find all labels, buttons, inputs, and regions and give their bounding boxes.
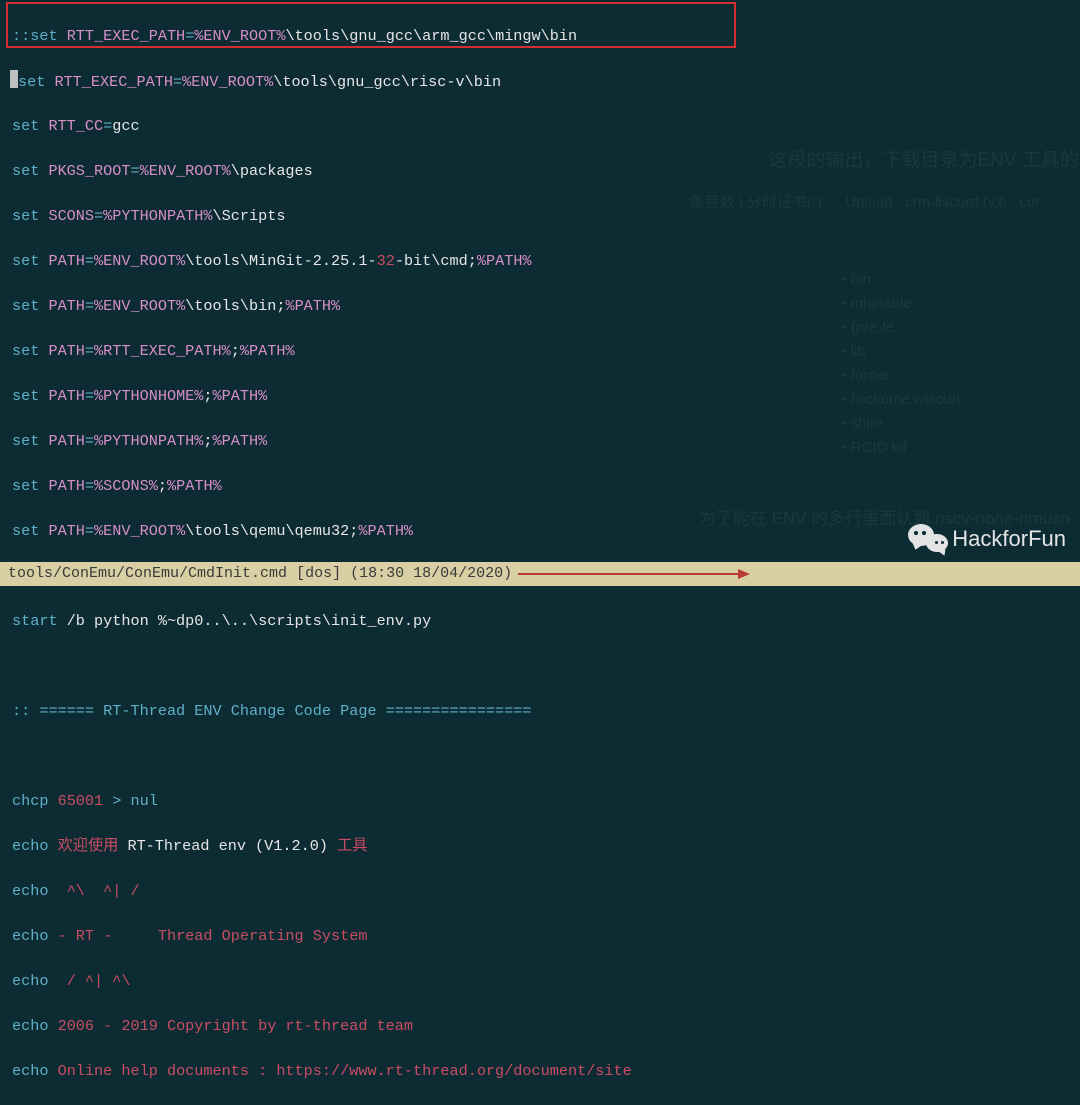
background-ghost-text: 条目数 | 分时证书(r) … Upload : crm-liscurd (v,… [690, 192, 1040, 215]
code-line: echo 2006 - 2019 Copyright by rt-thread … [12, 1015, 1080, 1038]
code-line: start /b python %~dp0..\..\scripts\init_… [12, 610, 1080, 633]
code-line: echo 欢迎使用 RT-Thread env (V1.2.0) 工具 [12, 835, 1080, 858]
background-ghost-text: 这段的输出，下载目录为ENV 工具的 /tool [768, 150, 1080, 173]
code-line-comment: :: ====== RT-Thread ENV Change Code Page… [12, 700, 1080, 723]
code-line: ::set RTT_EXEC_PATH=%ENV_ROOT%\tools\gnu… [12, 25, 1080, 48]
code-line: chcp 65001 > nul [12, 790, 1080, 813]
code-line: set RTT_CC=gcc [12, 115, 1080, 138]
wechat-icon [908, 522, 948, 556]
code-line: echo - RT - Thread Operating System [12, 925, 1080, 948]
background-ghost-list: • bin • mhinable • (pre,fe • lib • forne… [841, 268, 960, 460]
code-line: echo Online help documents : https://www… [12, 1060, 1080, 1083]
status-file-path: tools/ConEmu/ConEmu/CmdInit.cmd [8, 562, 287, 586]
watermark: HackforFun [908, 522, 1066, 556]
code-line: set PATH=%SCONS%;%PATH% [12, 475, 1080, 498]
annotation-arrow [518, 573, 740, 575]
code-line: echo / ^| ^\ [12, 970, 1080, 993]
status-file-type: [dos] [296, 562, 341, 586]
status-time: (18:30 18/04/2020) [350, 562, 512, 586]
code-line: set RTT_EXEC_PATH=%ENV_ROOT%\tools\gnu_g… [12, 70, 1080, 93]
status-bar: tools/ConEmu/ConEmu/CmdInit.cmd [dos] (1… [0, 562, 1080, 586]
code-line: echo ^\ ^| / [12, 880, 1080, 903]
text-cursor [10, 70, 18, 88]
watermark-text: HackforFun [952, 528, 1066, 551]
